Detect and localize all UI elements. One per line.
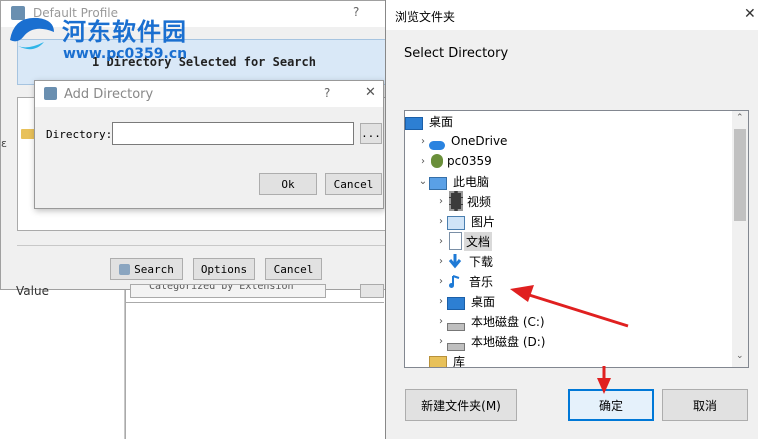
- arrow-to-tree: [510, 285, 629, 328]
- annotation-arrows: [510, 285, 629, 394]
- arrow-to-ok-button: [597, 366, 611, 394]
